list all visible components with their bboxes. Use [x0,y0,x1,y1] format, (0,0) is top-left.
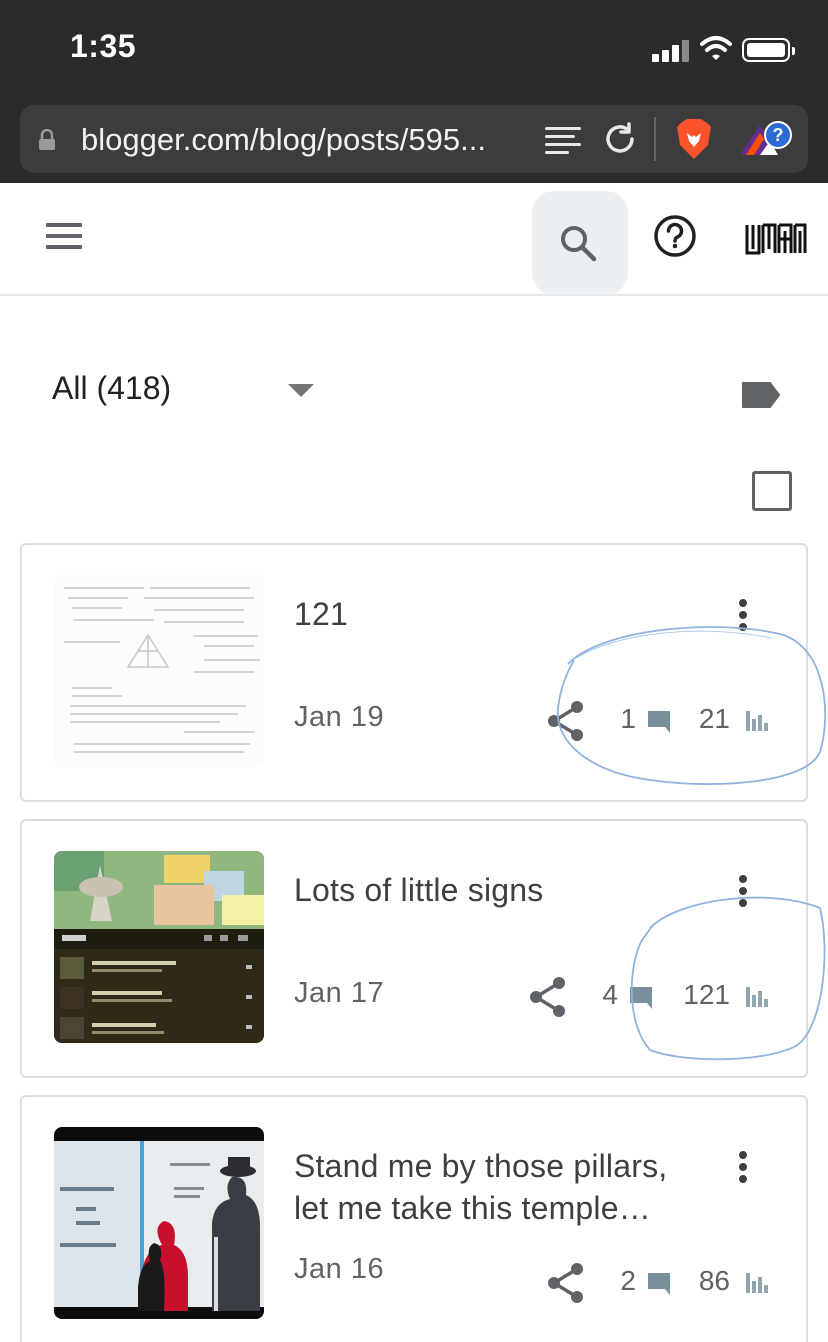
comment-count: 4 [602,979,618,1010]
post-title[interactable]: Stand me by those pillars, let me take t… [294,1145,694,1229]
post-date: Jan 19 [294,701,385,733]
stats-icon[interactable] [746,711,768,731]
url-text[interactable]: blogger.com/blog/posts/595... [81,122,486,158]
comment-count: 2 [620,1265,636,1296]
comment-count: 1 [620,703,636,734]
share-icon[interactable] [528,975,568,1019]
post-card[interactable]: 121 Jan 19 1 21 [20,543,808,802]
status-time: 1:35 [70,28,137,64]
brave-shields-icon[interactable] [675,117,713,161]
stats-icon[interactable] [746,987,768,1007]
post-thumbnail [54,851,264,1043]
cellular-signal-icon [652,40,690,62]
view-count: 121 [683,979,730,1010]
browser-bar: blogger.com/blog/posts/595... ? [0,96,828,183]
post-date: Jan 16 [294,1253,385,1285]
lock-icon [39,129,55,150]
post-filter-label[interactable]: All (418) [52,370,171,407]
help-icon[interactable] [652,213,698,259]
view-count: 21 [698,703,730,734]
post-title[interactable]: 121 [294,593,694,635]
address-bar[interactable]: blogger.com/blog/posts/595... ? [20,105,808,173]
search-icon [561,226,597,262]
checkbox-icon[interactable] [752,471,792,511]
share-icon[interactable] [546,699,586,743]
battery-icon [742,38,795,62]
label-icon[interactable] [740,380,782,410]
post-title[interactable]: Lots of little signs [294,869,694,911]
post-thumbnail [54,1127,264,1319]
view-count: 86 [698,1265,730,1296]
brave-rewards-icon[interactable]: ? [738,119,796,161]
share-icon[interactable] [546,1261,586,1305]
comment-icon[interactable] [646,709,672,733]
svg-text:?: ? [773,125,784,145]
blog-logo-icon[interactable] [744,221,808,257]
wifi-icon [700,36,732,60]
comment-icon[interactable] [646,1271,672,1295]
more-vert-icon[interactable] [736,599,750,635]
toolbar-divider [654,117,656,161]
post-date: Jan 17 [294,977,385,1009]
dropdown-arrow-icon[interactable] [288,384,314,397]
more-vert-icon[interactable] [736,875,750,911]
app-bar [0,183,828,296]
reader-mode-icon[interactable] [545,125,581,155]
post-card[interactable]: Stand me by those pillars, let me take t… [20,1095,808,1342]
search-button[interactable] [532,191,628,295]
status-bar: 1:35 [0,0,828,96]
reload-icon[interactable] [602,121,638,157]
menu-icon[interactable] [40,223,82,253]
stats-icon[interactable] [746,1273,768,1293]
post-thumbnail [54,575,264,767]
more-vert-icon[interactable] [736,1151,750,1187]
post-card[interactable]: Lots of little signs Jan 17 4 121 [20,819,808,1078]
comment-icon[interactable] [628,985,654,1009]
